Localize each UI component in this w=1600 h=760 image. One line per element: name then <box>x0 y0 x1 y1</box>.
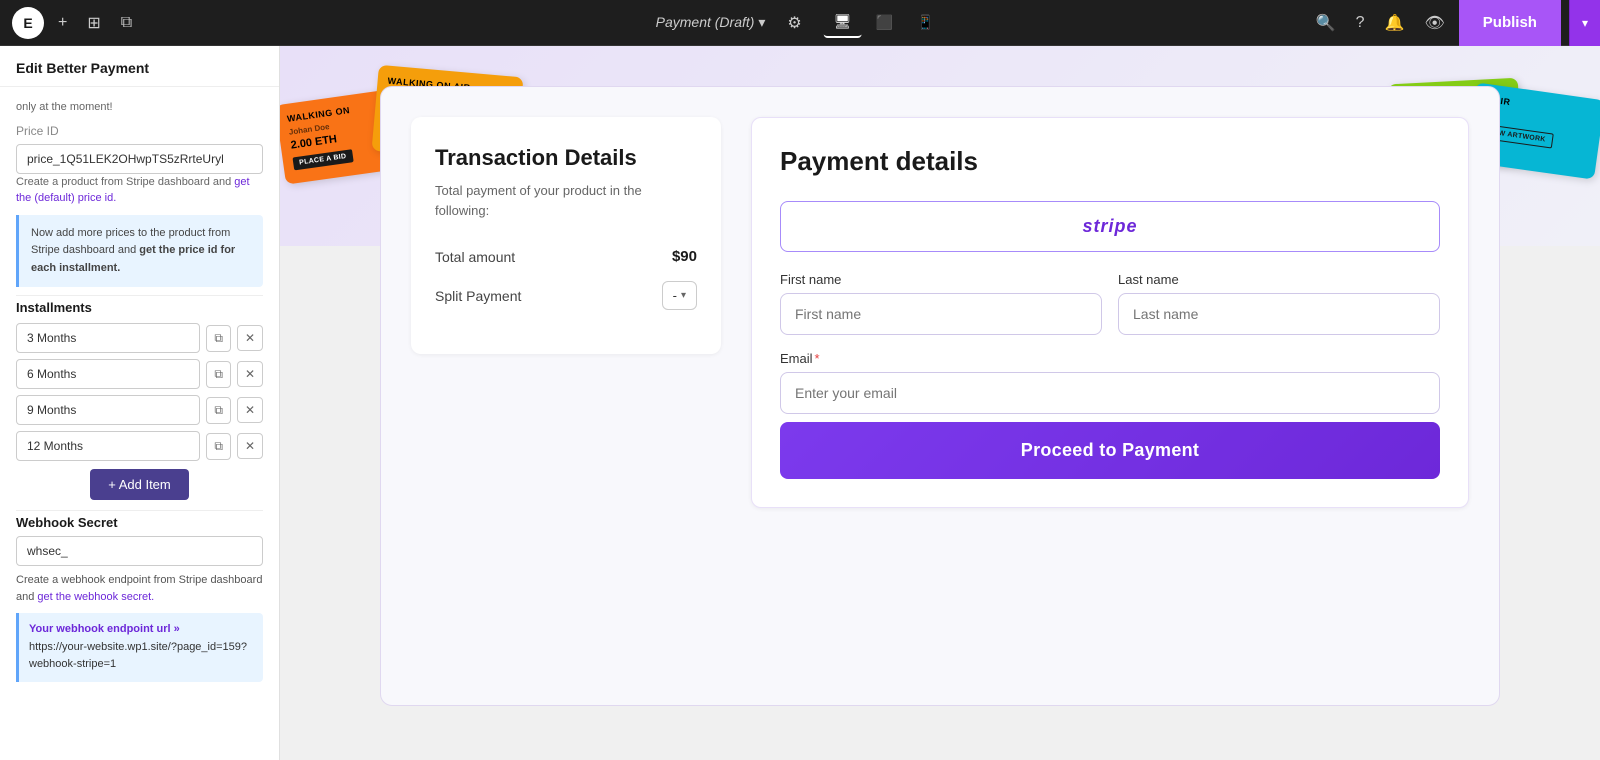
installment-input-2[interactable] <box>16 359 200 389</box>
email-required: * <box>815 351 820 366</box>
stripe-button[interactable]: stripe <box>780 201 1440 252</box>
toolbar: E + ⊞ ⧉ Payment (Draft) ▾ ⚙ 🖥 ⬛ 📱 🔍 ? 🔔 <box>0 0 1600 46</box>
desktop-view-button[interactable]: 🖥 <box>824 7 862 38</box>
transaction-title: Transaction Details <box>435 145 697 171</box>
search-button[interactable]: 🔍 <box>1310 7 1342 39</box>
installment-input-3[interactable] <box>16 395 200 425</box>
transaction-subtitle: Total payment of your product in the fol… <box>435 181 697 220</box>
installment-delete-4[interactable]: ✕ <box>237 433 263 459</box>
last-name-label: Last name <box>1118 272 1440 287</box>
payment-columns: Transaction Details Total payment of you… <box>411 117 1469 508</box>
endpoint-url: https://your-website.wp1.site/?page_id=1… <box>29 639 253 674</box>
settings-icon-button[interactable]: ⊞ <box>81 7 106 39</box>
panel-title: Edit Better Payment <box>0 46 279 87</box>
transaction-card: Transaction Details Total payment of you… <box>411 117 721 354</box>
last-name-group: Last name <box>1118 272 1440 335</box>
webhook-label: Webhook Secret <box>16 515 263 530</box>
add-item-button[interactable]: + Add Item <box>90 469 189 500</box>
split-payment-value: - <box>673 288 677 303</box>
bell-icon: 🔔 <box>1385 13 1405 33</box>
add-button[interactable]: + <box>52 8 73 38</box>
help-icon: ? <box>1356 14 1365 32</box>
first-name-input[interactable] <box>780 293 1102 335</box>
installment-row-2: ⧉ ✕ <box>16 359 263 389</box>
left-panel: Edit Better Payment only at the moment! … <box>0 46 280 760</box>
payment-card: Payment details stripe First name Last n… <box>751 117 1469 508</box>
installment-delete-3[interactable]: ✕ <box>237 397 263 423</box>
installment-row-4: ⧉ ✕ <box>16 431 263 461</box>
installment-input-4[interactable] <box>16 431 200 461</box>
payment-ui-wrapper: Transaction Details Total payment of you… <box>380 86 1500 706</box>
total-amount-value: $90 <box>672 248 697 265</box>
total-amount-row: Total amount $90 <box>435 248 697 265</box>
publish-caret-button[interactable]: ▾ <box>1569 0 1600 46</box>
split-payment-label: Split Payment <box>435 288 521 304</box>
installment-copy-4[interactable]: ⧉ <box>206 433 231 460</box>
settings-icon: ⊞ <box>87 13 100 33</box>
canvas: WALKING ON Johan Doe 2.00 ETH PLACE A BI… <box>280 46 1600 760</box>
webhook-note: Create a webhook endpoint from Stripe da… <box>16 572 263 605</box>
total-amount-label: Total amount <box>435 249 515 265</box>
price-id-note: Create a product from Stripe dashboard a… <box>16 174 263 207</box>
nft-card-1-bid[interactable]: PLACE A BID <box>292 149 353 170</box>
canvas-inner: WALKING ON Johan Doe 2.00 ETH PLACE A BI… <box>280 46 1600 760</box>
last-name-input[interactable] <box>1118 293 1440 335</box>
price-id-link[interactable]: get the (default) price id. <box>16 176 250 205</box>
endpoint-box: Your webhook endpoint url » https://your… <box>16 613 263 682</box>
tablet-view-button[interactable]: ⬛ <box>865 7 902 38</box>
help-button[interactable]: ? <box>1350 8 1371 38</box>
publish-button[interactable]: Publish <box>1459 0 1561 46</box>
proceed-to-payment-button[interactable]: Proceed to Payment <box>780 422 1440 479</box>
endpoint-title-link[interactable]: Your webhook endpoint url » <box>29 623 180 635</box>
email-group: Email* <box>780 351 1440 414</box>
price-id-input[interactable] <box>16 144 263 174</box>
installment-copy-3[interactable]: ⧉ <box>206 397 231 424</box>
webhook-input[interactable] <box>16 536 263 566</box>
installment-row-3: ⧉ ✕ <box>16 395 263 425</box>
first-name-label: First name <box>780 272 1102 287</box>
first-name-group: First name <box>780 272 1102 335</box>
installment-delete-2[interactable]: ✕ <box>237 361 263 387</box>
eye-icon: 👁 <box>1424 13 1444 33</box>
installment-copy-2[interactable]: ⧉ <box>206 361 231 388</box>
notifications-button[interactable]: 🔔 <box>1379 7 1411 39</box>
preview-button[interactable]: 👁 <box>1418 7 1450 39</box>
layers-button[interactable]: ⧉ <box>115 8 138 38</box>
email-label: Email* <box>780 351 1440 366</box>
installment-copy-1[interactable]: ⧉ <box>206 325 231 352</box>
device-switcher: 🖥 ⬛ 📱 <box>824 7 945 38</box>
email-input[interactable] <box>780 372 1440 414</box>
main-area: Edit Better Payment only at the moment! … <box>0 46 1600 760</box>
mobile-view-button[interactable]: 📱 <box>907 7 944 38</box>
scroll-note: only at the moment! <box>16 99 263 116</box>
page-settings-button[interactable]: ⚙ <box>781 7 807 39</box>
payment-details-title: Payment details <box>780 146 1440 177</box>
installments-label: Installments <box>16 300 263 315</box>
name-row: First name Last name <box>780 272 1440 335</box>
elementor-logo: E <box>12 7 44 39</box>
layers-icon: ⧉ <box>121 14 132 32</box>
installments-info-box: Now add more prices to the product from … <box>16 215 263 288</box>
split-payment-row: Split Payment - ▾ <box>435 281 697 310</box>
search-icon: 🔍 <box>1316 13 1336 33</box>
installment-input-1[interactable] <box>16 323 200 353</box>
price-id-label: Price ID <box>16 124 263 138</box>
split-payment-select[interactable]: - ▾ <box>662 281 697 310</box>
price-id-for-installment-link[interactable]: get the price id for each installment. <box>31 244 235 274</box>
split-payment-arrow: ▾ <box>681 290 686 301</box>
webhook-link[interactable]: get the webhook secret. <box>37 591 154 603</box>
installment-row-1: ⧉ ✕ <box>16 323 263 353</box>
installment-delete-1[interactable]: ✕ <box>237 325 263 351</box>
page-title: Payment (Draft) ▾ <box>656 14 766 31</box>
